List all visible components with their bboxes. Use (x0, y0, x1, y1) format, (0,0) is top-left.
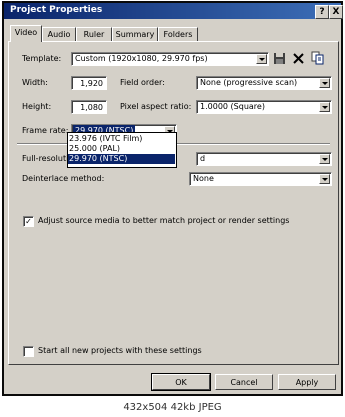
template-combo[interactable]: Custom (1920x1080, 29.970 fps) (71, 52, 269, 66)
adjust-source-checkbox[interactable]: ✓ (23, 216, 34, 227)
save-icon[interactable] (273, 52, 286, 65)
width-input[interactable]: 1,920 (71, 76, 107, 90)
import-icon[interactable] (311, 51, 325, 66)
template-value: Custom (1920x1080, 29.970 fps) (75, 54, 208, 63)
apply-button[interactable]: Apply (278, 374, 336, 390)
tab-summary[interactable]: Summary (112, 27, 158, 41)
start-new-checkbox[interactable] (23, 346, 34, 357)
delete-icon[interactable] (292, 52, 305, 65)
tab-audio[interactable]: Audio (42, 27, 76, 41)
deinterlace-label: Deinterlace method: (22, 174, 105, 183)
tab-ruler[interactable]: Ruler (76, 27, 112, 41)
field-order-value: None (progressive scan) (200, 78, 298, 87)
title-bar[interactable]: Project Properties ? X (4, 3, 343, 19)
frame-rate-label: Frame rate: (22, 126, 69, 135)
height-label: Height: (22, 102, 52, 111)
pixel-aspect-label: Pixel aspect ratio: (120, 102, 192, 111)
chevron-down-icon[interactable] (256, 54, 267, 64)
pixel-aspect-value: 1.0000 (Square) (200, 102, 265, 111)
full-res-value: d (200, 154, 206, 163)
window-title: Project Properties (10, 5, 103, 15)
template-label: Template: (22, 54, 62, 63)
frame-rate-option[interactable]: 23.976 (IVTC Film) (68, 134, 175, 144)
pixel-aspect-combo[interactable]: 1.0000 (Square) (196, 100, 332, 114)
chevron-down-icon[interactable] (319, 154, 330, 164)
dialog-client: Video Audio Ruler Summary Folders Templa… (4, 19, 341, 394)
image-caption: 432x504 42kb JPEG (0, 398, 345, 417)
frame-rate-dropdown-list: 23.976 (IVTC Film) 25.000 (PAL) 29.970 (… (67, 132, 177, 168)
deinterlace-value: None (193, 174, 214, 183)
video-tab-panel: Template: Custom (1920x1080, 29.970 fps) (8, 41, 339, 365)
start-new-label: Start all new projects with these settin… (38, 346, 202, 355)
frame-rate-option-selected[interactable]: 29.970 (NTSC) (68, 154, 175, 164)
ok-button[interactable]: OK (151, 373, 211, 391)
chevron-down-icon[interactable] (319, 78, 330, 88)
adjust-source-label: Adjust source media to better match proj… (38, 216, 290, 225)
tab-video[interactable]: Video (10, 25, 42, 42)
field-order-label: Field order: (120, 78, 165, 87)
height-input[interactable]: 1,080 (71, 100, 107, 114)
deinterlace-combo[interactable]: None (189, 172, 332, 186)
chevron-down-icon[interactable] (319, 102, 330, 112)
tab-folders[interactable]: Folders (158, 27, 198, 41)
frame-rate-option[interactable]: 25.000 (PAL) (68, 144, 175, 154)
project-properties-dialog: Project Properties ? X Video Audio Ruler… (2, 1, 343, 396)
close-button[interactable]: X (329, 5, 343, 19)
field-order-combo[interactable]: None (progressive scan) (196, 76, 332, 90)
width-label: Width: (22, 78, 48, 87)
cancel-button[interactable]: Cancel (215, 374, 273, 390)
full-res-combo[interactable]: d (196, 152, 332, 166)
help-button[interactable]: ? (315, 5, 329, 19)
chevron-down-icon[interactable] (319, 174, 330, 184)
